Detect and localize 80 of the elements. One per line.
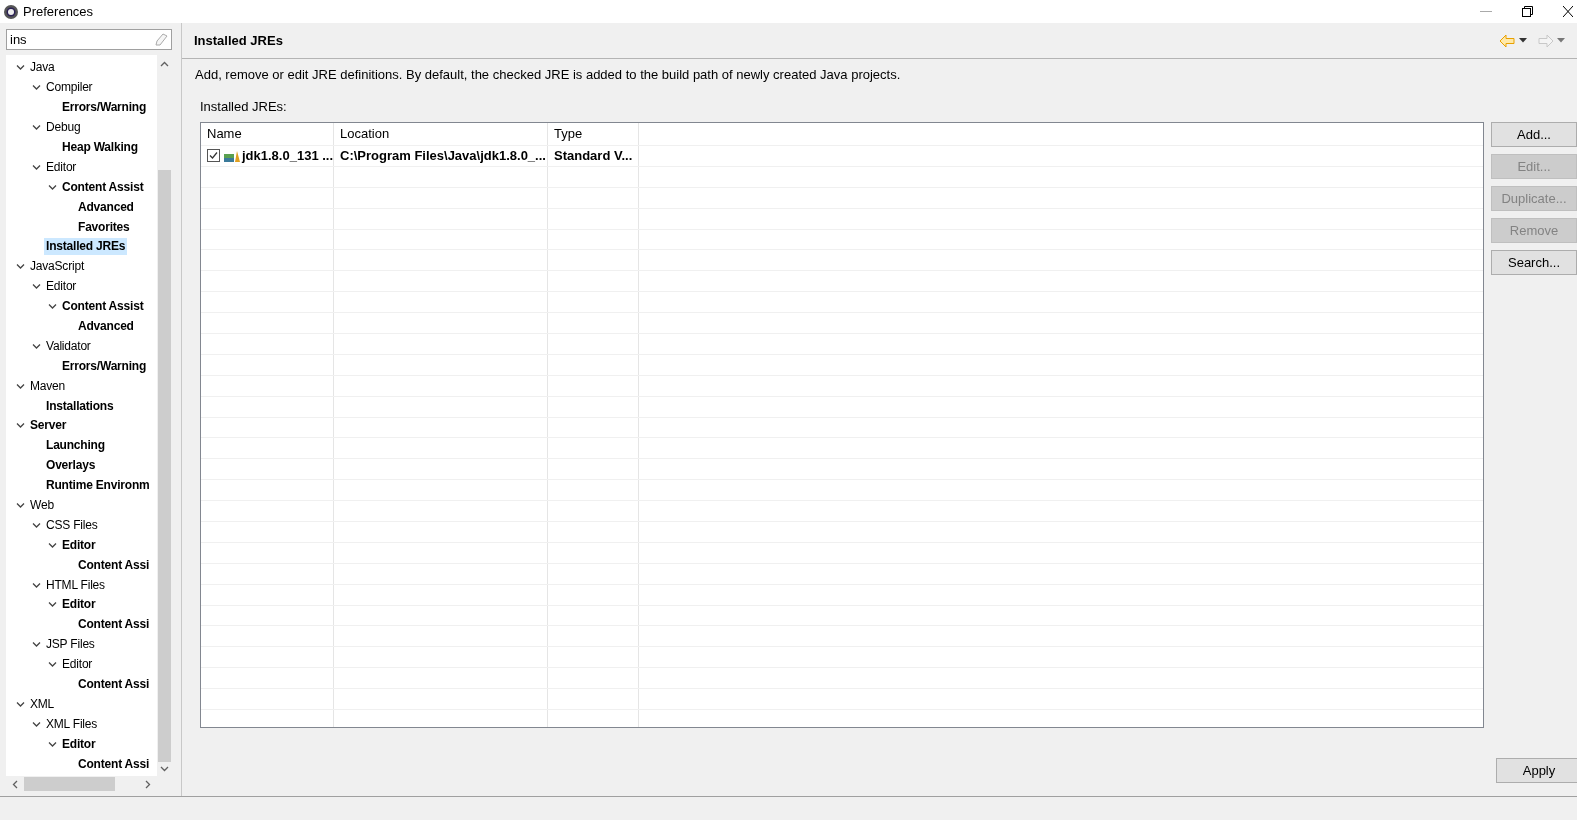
- chevron-down-icon[interactable]: [31, 580, 41, 590]
- chevron-down-icon[interactable]: [47, 540, 57, 550]
- tree-item[interactable]: Editor: [44, 158, 79, 176]
- restore-icon[interactable]: [1522, 6, 1533, 17]
- tree-item[interactable]: JSP Files: [44, 636, 97, 654]
- tree-item[interactable]: Launching: [44, 437, 107, 455]
- chevron-down-icon[interactable]: [15, 63, 25, 73]
- app-icon: [3, 3, 19, 20]
- chevron-down-icon[interactable]: [47, 660, 57, 670]
- window-title: Preferences: [23, 2, 94, 21]
- scroll-up-icon[interactable]: [159, 61, 169, 67]
- tree-item[interactable]: Content Assi: [76, 755, 152, 773]
- tree-item[interactable]: Advanced: [76, 318, 136, 335]
- column-header[interactable]: Name: [201, 123, 334, 145]
- tree-item[interactable]: Advanced: [76, 198, 136, 216]
- chevron-down-icon[interactable]: [15, 262, 25, 272]
- action-button[interactable]: Search...: [1491, 250, 1577, 275]
- chevron-down-icon[interactable]: [15, 501, 25, 511]
- column-header[interactable]: Type: [548, 123, 639, 145]
- tree-item[interactable]: Web: [28, 497, 56, 515]
- tree-item[interactable]: Server: [28, 417, 69, 435]
- chevron-down-icon[interactable]: [47, 302, 57, 312]
- table-label: Installed JREs:: [200, 97, 288, 116]
- tree-item[interactable]: Editor: [60, 656, 95, 674]
- tree-item[interactable]: Heap Walking: [60, 139, 140, 156]
- tree-item[interactable]: Overlays: [44, 457, 98, 475]
- tree-item[interactable]: Errors/Warning: [60, 357, 149, 375]
- chevron-down-icon[interactable]: [31, 282, 41, 292]
- tree-item[interactable]: Editor: [60, 735, 98, 753]
- chevron-down-icon[interactable]: [15, 381, 25, 391]
- tree-item[interactable]: HTML Files: [44, 576, 107, 594]
- column-header[interactable]: Location: [334, 123, 548, 145]
- tree-item[interactable]: Content Assi: [76, 556, 152, 574]
- chevron-down-icon[interactable]: [31, 83, 41, 93]
- table-cell-text: Standard V...: [554, 147, 633, 166]
- tree-item[interactable]: CSS Files: [44, 516, 100, 534]
- chevron-down-icon[interactable]: [15, 421, 25, 431]
- tree-item[interactable]: XML Files: [44, 715, 100, 733]
- tree-item[interactable]: Installations: [44, 397, 116, 415]
- tree-item[interactable]: Errors/Warning: [60, 99, 149, 117]
- tree-item[interactable]: JavaScript: [28, 258, 87, 276]
- chevron-down-icon[interactable]: [47, 739, 57, 749]
- chevron-down-icon[interactable]: [31, 341, 41, 351]
- tree-item[interactable]: XML: [28, 695, 57, 713]
- tree-item[interactable]: Editor: [60, 536, 98, 554]
- tree-item[interactable]: Validator: [44, 337, 93, 355]
- scroll-left-icon[interactable]: [12, 779, 18, 789]
- chevron-down-icon[interactable]: [31, 162, 41, 172]
- tree-item[interactable]: Debug: [44, 119, 83, 137]
- table-cell-text: C:\Program Files\Java\jdk1.8.0_...: [340, 147, 546, 166]
- tree-item[interactable]: Maven: [28, 377, 68, 395]
- scroll-right-icon[interactable]: [145, 779, 151, 789]
- tree-item[interactable]: Compiler: [44, 79, 95, 97]
- table-cell-text: jdk1.8.0_131 ...: [242, 147, 333, 166]
- tree-item[interactable]: Editor: [60, 596, 98, 614]
- tree-item[interactable]: Favorites: [76, 218, 132, 236]
- checkbox[interactable]: [207, 149, 220, 163]
- page-title: Installed JREs: [194, 31, 283, 50]
- chevron-down-icon[interactable]: [31, 640, 41, 650]
- filter-field[interactable]: ins: [6, 29, 172, 50]
- tree-item[interactable]: Content Assi: [76, 616, 152, 634]
- tree-item[interactable]: Content Assist: [60, 178, 146, 196]
- chevron-down-icon[interactable]: [15, 699, 25, 709]
- tree-item[interactable]: Installed JREs: [44, 238, 128, 256]
- dropdown-icon[interactable]: [1518, 38, 1527, 43]
- chevron-down-icon[interactable]: [31, 123, 41, 133]
- description-text: Add, remove or edit JRE definitions. By default, the checked JRE is added to the build path of newly created Java projects.: [195, 66, 902, 84]
- chevron-down-icon[interactable]: [31, 719, 41, 729]
- tree-item[interactable]: Editor: [44, 278, 79, 296]
- tree-item[interactable]: Java: [28, 59, 57, 77]
- apply-button[interactable]: Apply: [1496, 758, 1577, 783]
- close-icon[interactable]: [1563, 6, 1573, 17]
- tree-item[interactable]: Content Assi: [76, 676, 152, 694]
- tree-item[interactable]: Runtime Environm: [44, 477, 152, 495]
- scroll-down-icon[interactable]: [159, 766, 169, 772]
- tree-item[interactable]: Content Assist: [60, 298, 146, 316]
- chevron-down-icon[interactable]: [47, 182, 57, 192]
- action-button[interactable]: Add...: [1491, 122, 1577, 147]
- chevron-down-icon[interactable]: [31, 520, 41, 530]
- chevron-down-icon[interactable]: [47, 600, 57, 610]
